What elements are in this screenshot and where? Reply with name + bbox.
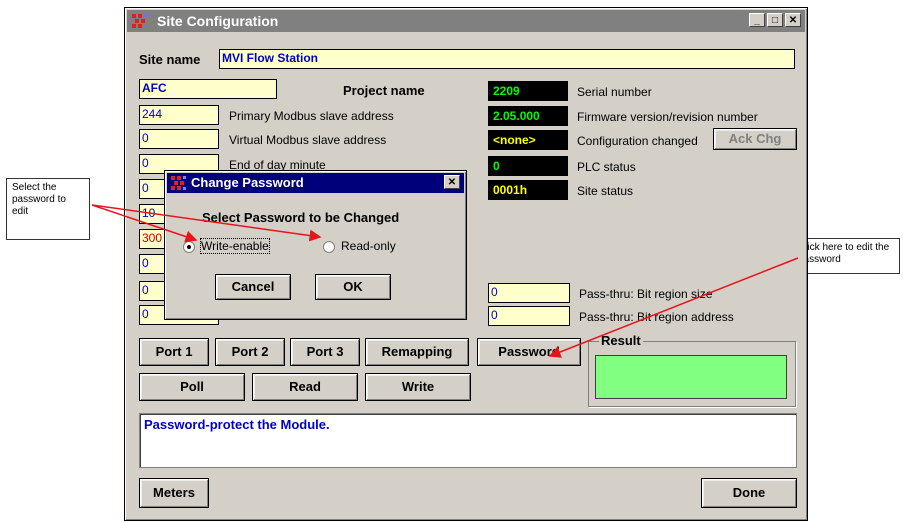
annotation-arrows (91, 204, 799, 358)
arrow-to-write-enable (91, 204, 198, 243)
arrow-to-password-button (548, 257, 799, 358)
arrow-to-read-only (91, 204, 322, 242)
